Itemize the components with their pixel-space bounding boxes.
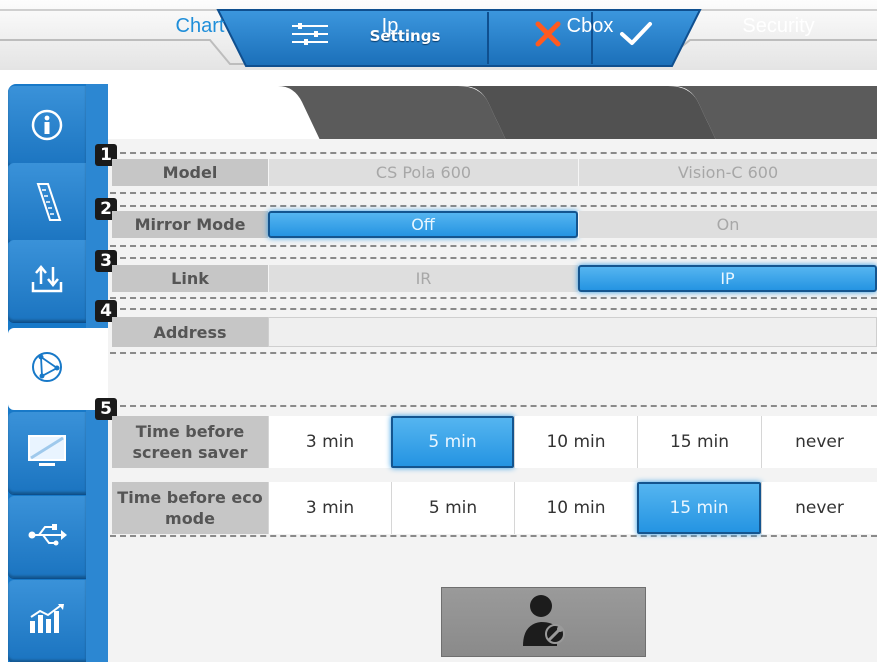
user-wrench-icon (519, 592, 569, 652)
link-ip-button[interactable]: IP (578, 265, 877, 292)
info-icon (30, 108, 64, 146)
eco-never-button[interactable]: never (761, 482, 877, 534)
tab-security[interactable]: Security (726, 15, 831, 38)
address-input[interactable] (268, 317, 877, 347)
sidebar-item-display[interactable] (8, 412, 86, 494)
sidebar-item-info[interactable] (8, 86, 86, 168)
screen-saver-label-line2: screen saver (132, 443, 248, 462)
link-ir-button[interactable]: IR (268, 265, 578, 292)
sidebar-item-network[interactable] (8, 328, 108, 410)
chart-icon (28, 603, 66, 639)
tab-ip[interactable]: Ip (340, 15, 440, 38)
screen-saver-never-button[interactable]: never (761, 416, 877, 468)
ruler-icon (30, 182, 64, 226)
mirror-mode-on-button[interactable]: On (578, 211, 877, 238)
screen-saver-3min-button[interactable]: 3 min (268, 416, 391, 468)
screen-saver-5min-button[interactable]: 5 min (391, 416, 514, 468)
link-label: Link (112, 265, 268, 292)
mirror-mode-off-button[interactable]: Off (268, 211, 578, 238)
tab-bar (108, 84, 877, 140)
monitor-icon (27, 434, 67, 472)
mirror-mode-label: Mirror Mode (112, 211, 268, 238)
tab-cbox[interactable]: Cbox (540, 15, 640, 38)
transfer-icon (30, 264, 64, 298)
eco-3min-button[interactable]: 3 min (268, 482, 391, 534)
eco-mode-label-line1: Time before eco (117, 488, 263, 507)
address-label: Address (112, 317, 268, 347)
model-option-vision-c-600[interactable]: Vision-C 600 (578, 159, 877, 186)
model-label: Model (112, 159, 268, 186)
sliders-icon (290, 21, 330, 51)
eco-mode-label: Time before eco mode (112, 482, 268, 534)
settings-screen: Settings Chart Ip Cbox Security 1 Model … (0, 0, 877, 662)
screen-saver-label-line1: Time before (135, 422, 245, 441)
sidebar-item-usb[interactable] (8, 496, 86, 578)
sidebar-item-ruler[interactable] (8, 163, 86, 245)
model-option-cs-pola-600[interactable]: CS Pola 600 (268, 159, 578, 186)
usb-icon (27, 523, 67, 551)
screen-saver-label: Time before screen saver (112, 416, 268, 468)
eco-mode-label-line2: mode (165, 509, 215, 528)
sidebar-item-statistics[interactable] (8, 580, 86, 662)
screen-saver-15min-button[interactable]: 15 min (637, 416, 761, 468)
eco-15min-button[interactable]: 15 min (637, 482, 761, 534)
service-user-button[interactable] (441, 587, 646, 657)
eco-10min-button[interactable]: 10 min (514, 482, 637, 534)
sidebar-item-transfer[interactable] (8, 240, 86, 322)
network-icon (29, 349, 65, 389)
eco-5min-button[interactable]: 5 min (391, 482, 514, 534)
screen-saver-10min-button[interactable]: 10 min (514, 416, 637, 468)
tab-chart[interactable]: Chart (150, 15, 250, 38)
